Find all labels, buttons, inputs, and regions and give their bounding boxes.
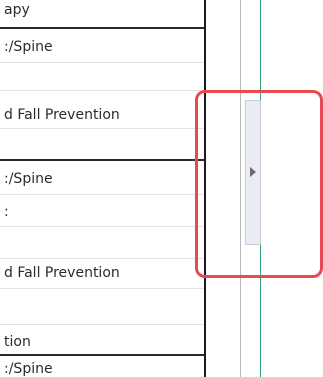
- list-item[interactable]: :/Spine: [0, 38, 204, 56]
- list-item[interactable]: d Fall Prevention: [0, 106, 204, 124]
- row-divider: [0, 62, 204, 63]
- list-item[interactable]: :/Spine: [0, 360, 204, 377]
- list-item[interactable]: apy: [0, 1, 204, 19]
- list-item[interactable]: :/Spine: [0, 170, 204, 188]
- list-item[interactable]: :: [0, 203, 204, 221]
- list-panel: apy :/Spine d Fall Prevention :/Spine : …: [0, 0, 206, 377]
- row-divider: [0, 128, 204, 129]
- list-item[interactable]: tion: [0, 333, 204, 351]
- row-divider: [0, 27, 204, 29]
- row-divider: [0, 226, 204, 227]
- row-divider: [0, 288, 204, 289]
- list-item[interactable]: d Fall Prevention: [0, 264, 204, 282]
- row-divider: [0, 90, 204, 91]
- row-divider: [0, 258, 204, 259]
- row-divider: [0, 159, 204, 161]
- row-divider: [0, 324, 204, 325]
- highlight-annotation: [195, 90, 323, 278]
- row-divider: [0, 354, 204, 356]
- row-divider: [0, 194, 204, 195]
